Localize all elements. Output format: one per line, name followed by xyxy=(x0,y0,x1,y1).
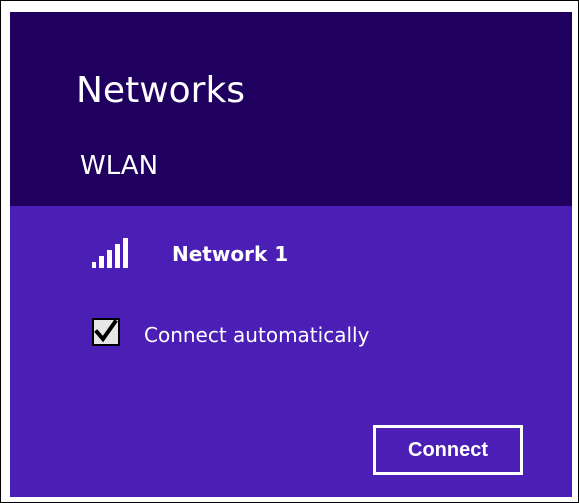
networks-panel: Networks WLAN Network 1 Connect automati… xyxy=(10,12,572,497)
signal-bar-1 xyxy=(92,262,96,268)
signal-bar-4 xyxy=(115,244,120,268)
connect-automatically-label: Connect automatically xyxy=(144,323,370,347)
wlan-section-label: WLAN xyxy=(80,151,159,181)
connect-automatically-checkbox[interactable] xyxy=(92,318,120,346)
signal-bars-icon xyxy=(92,238,128,268)
page-title: Networks xyxy=(76,70,246,111)
signal-bar-5 xyxy=(123,238,128,268)
networks-header: Networks WLAN xyxy=(10,12,572,206)
connect-button[interactable]: Connect xyxy=(373,425,523,475)
screenshot-frame: Networks WLAN Network 1 Connect automati… xyxy=(0,0,579,503)
network-name: Network 1 xyxy=(172,242,289,266)
network-item[interactable]: Network 1 xyxy=(92,232,452,270)
signal-bar-2 xyxy=(99,256,104,268)
signal-bar-3 xyxy=(107,250,112,268)
connect-automatically-row[interactable]: Connect automatically xyxy=(92,318,452,352)
network-list: Network 1 Connect automatically Connect xyxy=(10,206,572,497)
checkmark-icon xyxy=(94,319,118,343)
